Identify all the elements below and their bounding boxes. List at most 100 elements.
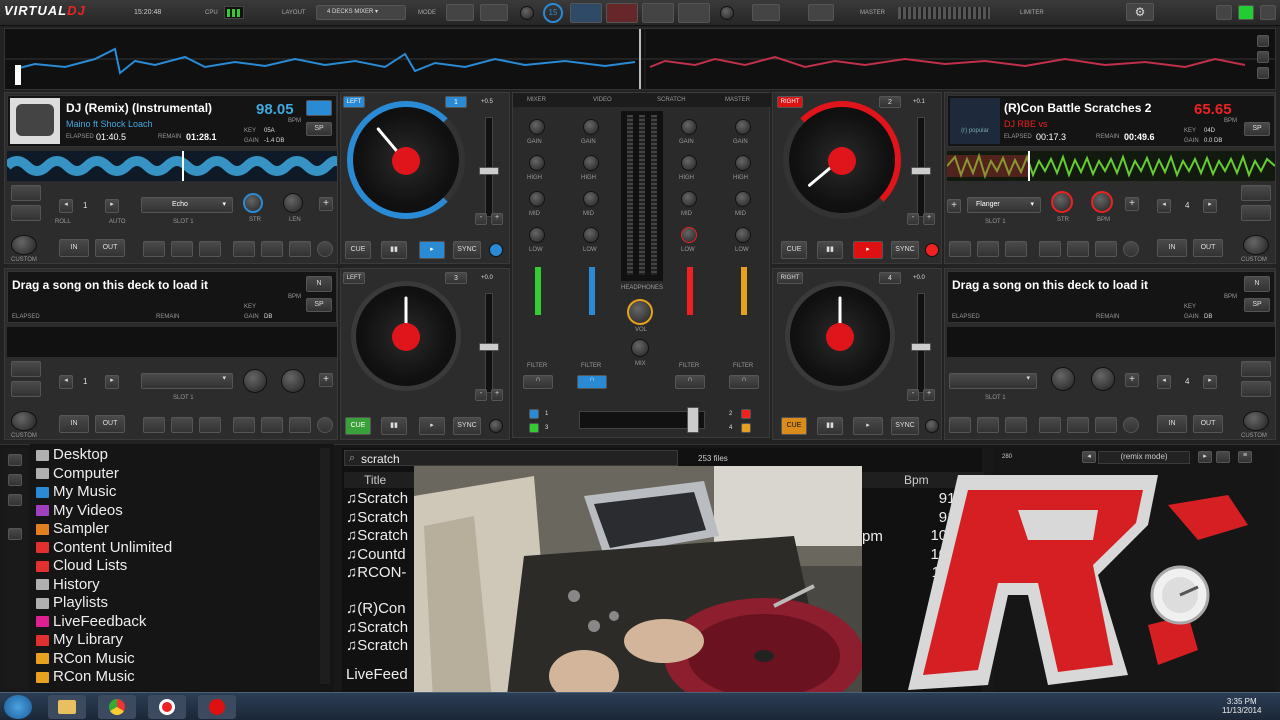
waveform-overview[interactable] (4, 28, 1276, 90)
ch2-low-knob[interactable] (583, 227, 599, 243)
deck-4-pad-b[interactable] (1241, 381, 1271, 397)
deck-3-hotcue-4[interactable] (233, 417, 255, 433)
deck-2-add-effect-button[interactable]: + (1125, 197, 1139, 211)
deck-1-add-effect-button[interactable]: + (319, 197, 333, 211)
rec-button[interactable] (752, 4, 780, 21)
deck-3-hotcue-1[interactable] (143, 417, 165, 433)
layout-preset-4-button[interactable] (678, 3, 710, 23)
folder-tree-icon[interactable] (8, 454, 22, 466)
deck-3-add-effect-button[interactable]: + (319, 373, 333, 387)
deck-2-loop-out-button[interactable]: OUT (1193, 239, 1223, 257)
deck-2-hotcue-2[interactable] (977, 241, 999, 257)
deck-4-hotcue-1[interactable] (949, 417, 971, 433)
deck-3-cue-button[interactable]: CUE (345, 417, 371, 435)
deck-3-pad-b[interactable] (11, 381, 41, 397)
deck-2-hotcue-4[interactable] (1039, 241, 1061, 257)
deck-2-hotcue-1[interactable] (949, 241, 971, 257)
deck-4-number[interactable]: 4 (879, 272, 901, 284)
deck-4-waveform[interactable] (947, 327, 1275, 357)
deck-2-right-button[interactable]: RIGHT (777, 96, 803, 108)
deck-4-master-icon[interactable] (925, 419, 939, 433)
deck-3-len-knob[interactable] (281, 369, 305, 393)
deck-4-hotcue-delete[interactable] (1123, 417, 1139, 433)
deck-4-loop-in-button[interactable]: IN (1157, 415, 1187, 433)
deck-2-sp-button[interactable]: SP (1244, 122, 1270, 136)
deck-4-cue-button[interactable]: CUE (781, 417, 807, 435)
xfader-right-assign-4[interactable] (741, 423, 751, 433)
sideview-play-button[interactable]: ▸ (1198, 451, 1212, 463)
deck-2-hotcue-6[interactable] (1095, 241, 1117, 257)
deck-1-hotcue-3[interactable] (199, 241, 221, 257)
ch4-low-knob[interactable] (735, 227, 751, 243)
deck-4-pad-a[interactable] (1241, 361, 1271, 377)
ch1-gain-knob[interactable] (529, 119, 545, 135)
deck-4-pitch-minus[interactable]: - (907, 389, 919, 401)
folder-item[interactable]: Desktop (36, 446, 172, 465)
deck-3-loop-next[interactable]: ▸ (105, 375, 119, 389)
deck-1-cue-button[interactable]: CUE (345, 241, 371, 259)
ch2-volume-fader[interactable] (589, 267, 595, 315)
deck-3-stop-button[interactable]: ▮▮ (381, 417, 407, 435)
search-bar[interactable]: ⌕ scratch (344, 450, 678, 466)
tab-master[interactable]: MASTER (725, 97, 750, 103)
folder-item[interactable]: Playlists (36, 594, 172, 613)
deck-1-hotcue-delete[interactable] (317, 241, 333, 257)
taskbar-explorer-icon[interactable] (48, 695, 86, 719)
ch3-high-knob[interactable] (681, 155, 697, 171)
deck-1-sync-lock-button[interactable] (306, 100, 332, 116)
deck-2-hotcue-5[interactable] (1067, 241, 1089, 257)
record-icon[interactable] (520, 6, 534, 20)
sideview-next-button[interactable] (1216, 451, 1230, 463)
folder-item[interactable]: History (36, 576, 172, 595)
deck-1-stop-button[interactable]: ▮▮ (381, 241, 407, 259)
ch1-mid-knob[interactable] (529, 191, 545, 207)
deck-4-loop-prev[interactable]: ◂ (1157, 375, 1171, 389)
sampler-icon[interactable] (720, 6, 734, 20)
deck-2-cue-button[interactable]: CUE (781, 241, 807, 259)
deck-4-sync-button[interactable]: SYNC (891, 417, 919, 435)
search-input[interactable]: scratch (361, 452, 400, 466)
folder-item[interactable]: My Music (36, 483, 172, 502)
ch2-mid-knob[interactable] (583, 191, 599, 207)
deck-4-custom-knob[interactable] (1243, 411, 1269, 431)
ch3-pfl-button[interactable]: ∩ (675, 375, 705, 389)
deck-2-custom-knob[interactable] (1243, 235, 1269, 255)
deck-2-pitch-plus[interactable]: + (923, 213, 935, 225)
deck-4-hotcue-4[interactable] (1039, 417, 1061, 433)
deck-4-hotcue-2[interactable] (977, 417, 999, 433)
ch3-gain-knob[interactable] (681, 119, 697, 135)
deck-2-effect-select[interactable]: Flanger ▾ (967, 197, 1041, 213)
deck-4-effect-select[interactable]: ▾ (949, 373, 1037, 389)
ch1-volume-fader[interactable] (535, 267, 541, 315)
deck-3-hotcue-delete[interactable] (317, 417, 333, 433)
deck-2-play-button[interactable]: ▸ (853, 241, 883, 259)
deck-1-loop-prev[interactable]: ◂ (59, 199, 73, 213)
deck-1-pad-a[interactable] (11, 185, 41, 201)
deck-4-hotcue-3[interactable] (1005, 417, 1027, 433)
taskbar-virtualdj-icon[interactable] (148, 695, 186, 719)
folder-item[interactable]: Content Unlimited (36, 539, 172, 558)
layout-preset-3-button[interactable] (642, 3, 674, 23)
folder-item[interactable]: LiveFeedback (36, 613, 172, 632)
deck-3-str-knob[interactable] (243, 369, 267, 393)
col-title-header[interactable]: Title (364, 473, 386, 487)
deck-1-effect-select[interactable]: Echo ▾ (141, 197, 233, 213)
folder-item[interactable]: RCon Music (36, 650, 172, 669)
folder-item[interactable]: My Library (36, 631, 172, 650)
deck-2-number[interactable]: 2 (879, 96, 901, 108)
crossfader-cap[interactable] (687, 407, 699, 433)
ch1-low-knob[interactable] (529, 227, 545, 243)
ch2-high-knob[interactable] (583, 155, 599, 171)
deck-1-loop-next[interactable]: ▸ (105, 199, 119, 213)
tab-scratch[interactable]: SCRATCH (657, 97, 686, 103)
deck-1-custom-knob[interactable] (11, 235, 37, 255)
deck-3-left-button[interactable]: LEFT (343, 272, 365, 284)
deck-4-len-knob[interactable] (1091, 367, 1115, 391)
ch4-high-knob[interactable] (735, 155, 751, 171)
deck-1-number[interactable]: 1 (445, 96, 467, 108)
start-button[interactable] (4, 695, 32, 719)
overview-zoom-button-2[interactable] (1257, 51, 1269, 63)
ch4-mid-knob[interactable] (735, 191, 751, 207)
deck-3-hotcue-5[interactable] (261, 417, 283, 433)
sideview-menu-button[interactable]: ≡ (1238, 451, 1252, 463)
